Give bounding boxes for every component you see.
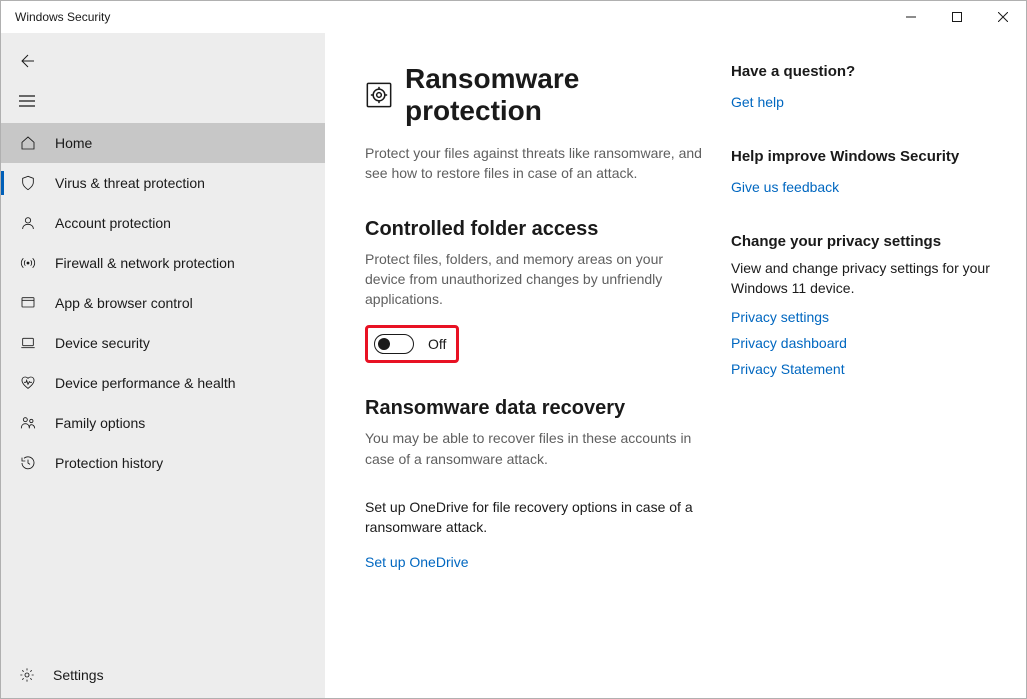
person-icon [19,215,37,231]
content-column: Ransomware protection Protect your files… [365,63,703,698]
page-title: Ransomware protection [405,63,703,127]
aside-privacy-heading: Change your privacy settings [731,233,991,250]
aside-improve: Help improve Windows Security Give us fe… [731,148,991,195]
aside-question-heading: Have a question? [731,63,991,80]
home-icon [19,135,37,151]
aside-improve-heading: Help improve Windows Security [731,148,991,165]
app-icon [19,295,37,311]
aside-privacy: Change your privacy settings View and ch… [731,233,991,377]
cfa-toggle[interactable] [374,334,414,354]
privacy-statement-link[interactable]: Privacy Statement [731,361,991,377]
nav-item-home[interactable]: Home [1,123,325,163]
history-icon [19,455,37,471]
back-button[interactable] [1,41,325,81]
aside-column: Have a question? Get help Help improve W… [731,63,991,698]
app-title: Windows Security [15,10,110,24]
setup-onedrive-link[interactable]: Set up OneDrive [365,554,469,570]
onedrive-lead: Set up OneDrive for file recovery option… [365,497,703,538]
cfa-heading: Controlled folder access [365,218,703,241]
heart-icon [19,375,37,391]
title-bar: Windows Security [1,1,1026,33]
page-header: Ransomware protection [365,63,703,127]
recovery-description: You may be able to recover files in thes… [365,428,703,469]
aside-privacy-desc: View and change privacy settings for you… [731,258,991,299]
shield-icon [19,175,37,191]
nav-label: App & browser control [55,295,193,311]
ransomware-icon [365,81,393,109]
get-help-link[interactable]: Get help [731,94,784,110]
nav-item-protection-history[interactable]: Protection history [1,443,325,483]
nav-item-virus-threat[interactable]: Virus & threat protection [1,163,325,203]
section-controlled-folder-access: Controlled folder access Protect files, … [365,218,703,364]
nav-item-firewall[interactable]: Firewall & network protection [1,243,325,283]
minimize-button[interactable] [888,1,934,33]
nav-item-family-options[interactable]: Family options [1,403,325,443]
nav-label: Home [55,135,92,151]
nav-label: Firewall & network protection [55,255,235,271]
cfa-toggle-state: Off [428,336,446,352]
privacy-dashboard-link[interactable]: Privacy dashboard [731,335,991,351]
privacy-settings-link[interactable]: Privacy settings [731,309,991,325]
nav-item-app-browser[interactable]: App & browser control [1,283,325,323]
nav-item-settings[interactable]: Settings [1,652,325,698]
settings-label: Settings [53,667,104,683]
antenna-icon [19,255,37,271]
nav-item-account-protection[interactable]: Account protection [1,203,325,243]
nav-label: Virus & threat protection [55,175,205,191]
section-ransomware-recovery: Ransomware data recovery You may be able… [365,397,703,569]
nav-label: Device security [55,335,150,351]
laptop-icon [19,335,37,351]
nav-item-device-performance[interactable]: Device performance & health [1,363,325,403]
sidebar: Home Virus & threat protection Account p… [1,33,325,698]
close-button[interactable] [980,1,1026,33]
nav-label: Family options [55,415,145,431]
recovery-heading: Ransomware data recovery [365,397,703,420]
page-lead: Protect your files against threats like … [365,143,703,184]
nav-list: Home Virus & threat protection Account p… [1,123,325,483]
nav-label: Protection history [55,455,163,471]
family-icon [19,415,37,431]
gear-icon [19,667,35,683]
maximize-button[interactable] [934,1,980,33]
give-feedback-link[interactable]: Give us feedback [731,179,839,195]
window-controls [888,1,1026,33]
hamburger-button[interactable] [1,81,325,121]
cfa-toggle-highlight: Off [365,325,459,363]
nav-label: Account protection [55,215,171,231]
main-area: Ransomware protection Protect your files… [325,33,1026,698]
aside-question: Have a question? Get help [731,63,991,110]
cfa-description: Protect files, folders, and memory areas… [365,249,703,310]
nav-item-device-security[interactable]: Device security [1,323,325,363]
nav-label: Device performance & health [55,375,236,391]
